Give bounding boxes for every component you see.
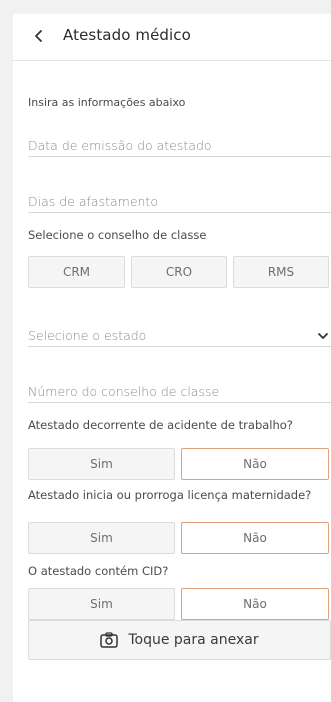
council-option-cro[interactable]: CRO (131, 256, 227, 288)
council-number-field[interactable]: Número do conselho de classe (28, 378, 331, 403)
page-title: Atestado médico (63, 26, 191, 44)
cid-yes-button[interactable]: Sim (28, 588, 175, 620)
council-number-placeholder: Número do conselho de classe (28, 384, 220, 399)
cid-no-button[interactable]: Não (181, 588, 329, 620)
council-label: Selecione o conselho de classe (28, 228, 207, 242)
attach-button[interactable]: Toque para anexar (28, 620, 331, 660)
work-accident-yes-button[interactable]: Sim (28, 448, 175, 480)
council-option-crm[interactable]: CRM (28, 256, 125, 288)
chevron-left-icon[interactable] (31, 27, 45, 45)
issue-date-field[interactable]: Data de emissão do atestado (28, 132, 331, 157)
issue-date-placeholder: Data de emissão do atestado (28, 138, 212, 153)
attach-label: Toque para anexar (128, 632, 259, 648)
days-off-field[interactable]: Dias de afastamento (28, 188, 331, 213)
maternity-question: Atestado inicia ou prorroga licença mate… (28, 488, 312, 502)
medical-certificate-screen: Atestado médico Insira as informações ab… (13, 14, 331, 702)
maternity-no-button[interactable]: Não (181, 522, 329, 554)
cid-question: O atestado contém CID? (28, 564, 169, 578)
chevron-down-icon (318, 333, 328, 339)
council-option-rms[interactable]: RMS (233, 256, 329, 288)
camera-icon (100, 632, 119, 648)
work-accident-no-button[interactable]: Não (181, 448, 329, 480)
maternity-yes-button[interactable]: Sim (28, 522, 175, 554)
days-off-placeholder: Dias de afastamento (28, 194, 158, 209)
intro-text: Insira as informações abaixo (28, 96, 186, 109)
state-select[interactable]: Selecione o estado (28, 322, 331, 347)
state-placeholder: Selecione o estado (28, 328, 147, 343)
header-bar: Atestado médico (13, 14, 331, 61)
work-accident-question: Atestado decorrente de acidente de traba… (28, 418, 293, 432)
